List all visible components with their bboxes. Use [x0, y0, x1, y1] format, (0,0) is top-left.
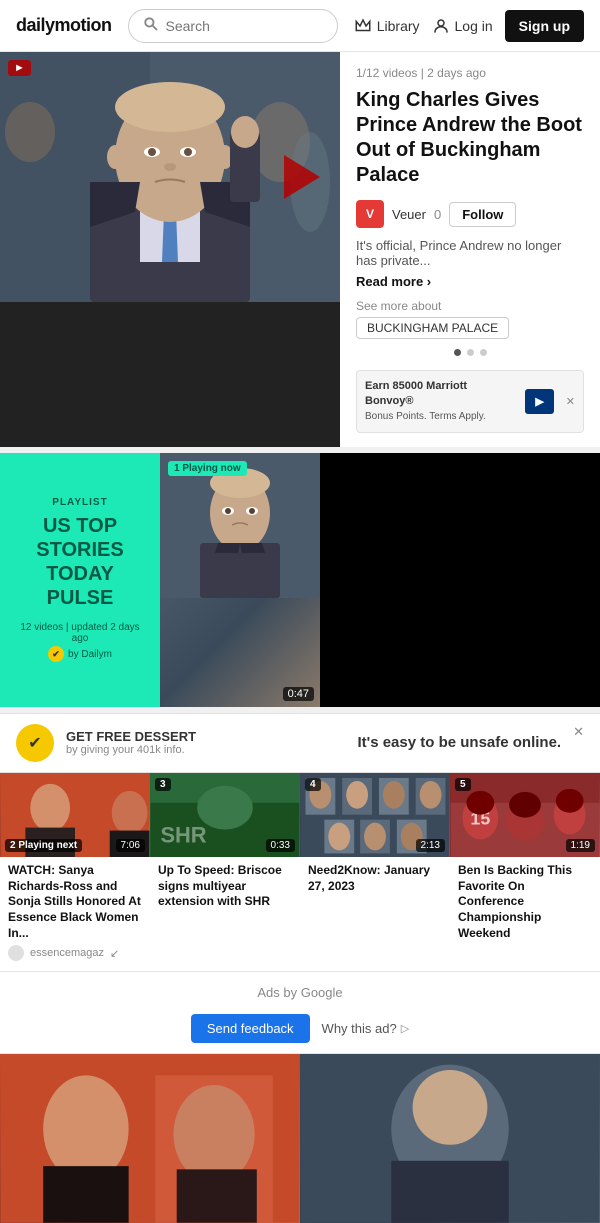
playlist-thumbnail[interactable]: 1 Playing now 0:47 King Charles Gives Pr… [160, 453, 320, 707]
hero-thumbnail: ► [0, 52, 340, 302]
logo: dailymotion [16, 15, 112, 36]
bottom-row [0, 1053, 600, 1223]
search-input[interactable] [166, 18, 323, 34]
video-card-1: 2 Playing next 7:06 WATCH: Sanya Richard… [0, 773, 150, 971]
feedback-row: Send feedback Why this ad? ▷ [0, 1006, 600, 1053]
playlist-section: PLAYLIST US TOP STORIES TODAY PULSE 12 v… [0, 453, 600, 713]
hero-channel: V Veuer 0 Follow [356, 200, 584, 228]
channel-icon-1 [8, 945, 24, 961]
why-ad-icon: ▷ [401, 1022, 409, 1035]
ad-banner-text: GET FREE DESSERT by giving your 401k inf… [66, 729, 345, 756]
video-card-2: SHR 3 0:33 Up To Speed: Briscoe signs mu… [150, 773, 300, 971]
why-ad-text: Why this ad? [322, 1021, 397, 1036]
playlist-by: ✔ by Dailym [48, 646, 112, 662]
bottom-thumb-right [300, 1054, 600, 1223]
playlist-black-panel [320, 453, 600, 707]
video-duration-1: 7:06 [116, 839, 145, 852]
see-more-label: See more about [356, 299, 584, 313]
hero-badge: ► [8, 60, 31, 76]
ad-banner: ✔ GET FREE DESSERT by giving your 401k i… [0, 713, 600, 773]
video-duration-2: 0:33 [266, 839, 295, 852]
hero-ad-sub: Bonus Points. Terms Apply. [365, 410, 517, 424]
send-feedback-button[interactable]: Send feedback [191, 1014, 310, 1043]
channel-dots: 0 [434, 207, 441, 222]
read-more-link[interactable]: Read more › [356, 274, 584, 289]
hero-section: ► 1/12 videos | 2 days ago King Charles … [0, 52, 600, 453]
video-grid: 2 Playing next 7:06 WATCH: Sanya Richard… [0, 773, 600, 972]
follow-button[interactable]: Follow [449, 202, 516, 227]
bottom-thumb-left [0, 1054, 300, 1223]
channel-name: Veuer [392, 207, 426, 222]
why-ad-link[interactable]: Why this ad? ▷ [322, 1021, 410, 1036]
video-info-2: Up To Speed: Briscoe signs multiyear ext… [150, 857, 300, 924]
ad-banner-main-text: It's easy to be unsafe online. [357, 734, 561, 751]
search-icon [143, 16, 158, 36]
video-title-4: Ben Is Backing This Favorite On Conferen… [458, 863, 592, 941]
ad-banner-close[interactable]: ✕ [573, 724, 584, 740]
video-number-4: 5 [455, 778, 471, 791]
ad-banner-subline: by giving your 401k info. [66, 744, 345, 756]
channel-avatar: V [356, 200, 384, 228]
video-duration-4: 1:19 [566, 839, 595, 852]
video-info-1: WATCH: Sanya Richards-Ross and Sonja Sti… [0, 857, 150, 971]
video-info-3: Need2Know: January 27, 2023 [300, 857, 450, 908]
video-thumb-2[interactable]: SHR 3 0:33 [150, 773, 300, 857]
video-title-3: Need2Know: January 27, 2023 [308, 863, 442, 894]
video-duration-3: 2:13 [416, 839, 445, 852]
hero-dot-3[interactable] [480, 349, 487, 356]
video-thumb-1[interactable]: 2 Playing next 7:06 [0, 773, 150, 857]
video-title-2: Up To Speed: Briscoe signs multiyear ext… [158, 863, 292, 910]
video-info-4: Ben Is Backing This Favorite On Conferen… [450, 857, 600, 955]
hero-ad-cta[interactable]: ▶ [525, 389, 553, 414]
video-card-3: 4 2:13 Need2Know: January 27, 2023 [300, 773, 450, 971]
bottom-card-right[interactable] [300, 1054, 600, 1223]
header-actions: Library Log in Sign up [354, 10, 584, 42]
hero-ad-content: Earn 85000 Marriott Bonvoy® Bonus Points… [365, 379, 517, 424]
video-channel-row-1: essencemagaz ↙ [8, 945, 142, 961]
video-number-3: 4 [305, 778, 321, 791]
video-thumb-4[interactable]: 15 5 1:19 [450, 773, 600, 857]
playing-now-badge: 1 Playing now [168, 461, 247, 476]
ad-icon: ✔ [16, 724, 54, 762]
hero-info: 1/12 videos | 2 days ago King Charles Gi… [340, 52, 600, 447]
hero-ad-headline: Earn 85000 Marriott Bonvoy® [365, 379, 517, 410]
playlist-meta: 12 videos | updated 2 days ago [14, 622, 146, 644]
video-card-4: 15 5 1:19 Ben Is Backing This Favorite O… [450, 773, 600, 971]
channel-arrow-1: ↙ [110, 947, 119, 960]
video-badge-1: 2 Playing next [5, 839, 82, 852]
buckingham-tag[interactable]: BUCKINGHAM PALACE [356, 317, 509, 339]
ad-banner-headline: GET FREE DESSERT [66, 729, 345, 744]
search-bar[interactable] [128, 9, 338, 43]
playlist-duration: 0:47 [283, 687, 314, 701]
hero-ad: Earn 85000 Marriott Bonvoy® Bonus Points… [356, 370, 584, 433]
playlist-card[interactable]: PLAYLIST US TOP STORIES TODAY PULSE 12 v… [0, 453, 160, 707]
hero-dot-1[interactable] [454, 349, 461, 356]
hero-title: King Charles Gives Prince Andrew the Boo… [356, 88, 584, 188]
bottom-card-left[interactable] [0, 1054, 300, 1223]
hero-ad-close[interactable]: ✕ [566, 395, 575, 408]
video-title-1: WATCH: Sanya Richards-Ross and Sonja Sti… [8, 863, 142, 941]
ads-by-google: Ads by Google [0, 972, 600, 1006]
video-thumb-3[interactable]: 4 2:13 [300, 773, 450, 857]
playlist-label: PLAYLIST [52, 497, 107, 508]
dailymotion-icon: ✔ [48, 646, 64, 662]
playlist-thumb-image [160, 453, 320, 707]
hero-video[interactable]: ► [0, 52, 340, 447]
hero-pagination [356, 349, 584, 356]
ads-by-google-label: Ads by Google [257, 985, 342, 1000]
video-number-2: 3 [155, 778, 171, 791]
header: dailymotion Library Log in Sign up [0, 0, 600, 52]
signup-button[interactable]: Sign up [505, 10, 584, 42]
hero-description: It's official, Prince Andrew no longer h… [356, 238, 584, 268]
channel-name-1: essencemagaz [30, 947, 104, 959]
hero-play-icon[interactable] [284, 155, 320, 199]
library-button[interactable]: Library [354, 17, 420, 35]
svg-text:SHR: SHR [160, 822, 206, 847]
login-button[interactable]: Log in [432, 17, 493, 35]
playlist-title: US TOP STORIES TODAY PULSE [14, 514, 146, 610]
hero-meta: 1/12 videos | 2 days ago [356, 66, 584, 80]
hero-dot-2[interactable] [467, 349, 474, 356]
